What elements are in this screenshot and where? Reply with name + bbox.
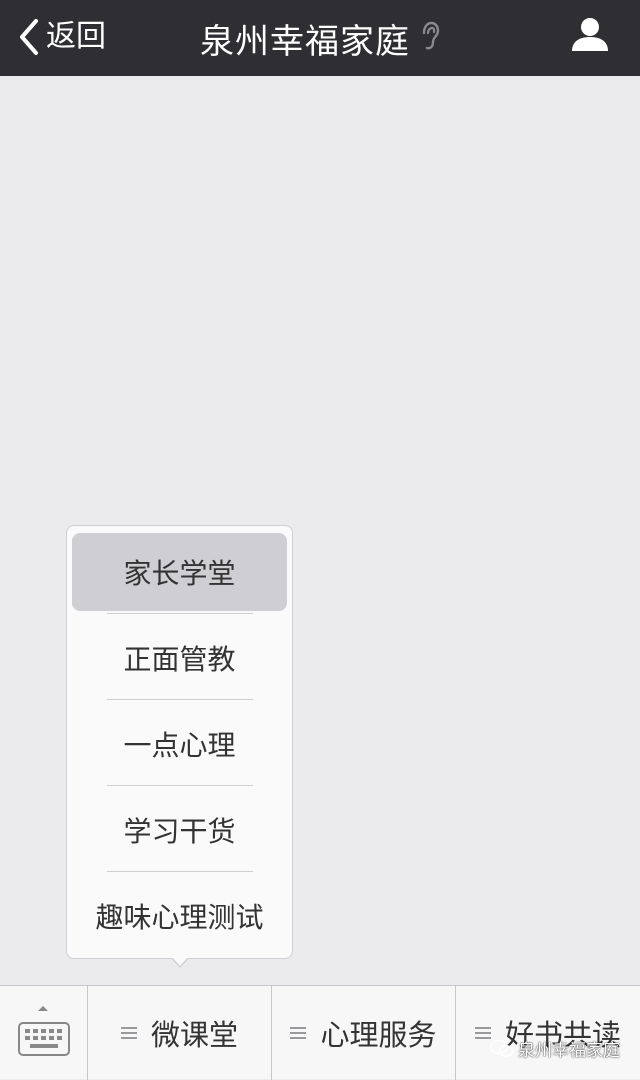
keyboard-icon [18, 1022, 70, 1056]
divider [107, 785, 253, 786]
nav-bar: 返回 泉州幸福家庭 [0, 0, 640, 76]
menu-lines-icon [120, 1024, 137, 1042]
back-button[interactable]: 返回 [18, 12, 106, 62]
tab-label: 好书共读 [504, 1018, 621, 1052]
submenu-item-parent-school[interactable]: 家长学堂 [72, 533, 287, 611]
caret-up-icon [38, 1006, 48, 1011]
page-title: 泉州幸福家庭 [200, 21, 410, 62]
tab-micro-class[interactable]: 微课堂 [88, 986, 272, 1080]
popup-pointer-inner [172, 957, 188, 966]
back-label: 返回 [46, 19, 106, 54]
submenu-popup: 家长学堂 正面管教 一点心理 学习干货 趣味心理测试 [66, 525, 293, 959]
chevron-left-icon [20, 19, 38, 55]
submenu-item-fun-psych-test[interactable]: 趣味心理测试 [72, 877, 287, 955]
menu-lines-icon [474, 1024, 491, 1042]
person-icon[interactable] [570, 15, 610, 55]
keyboard-toggle-button[interactable] [0, 986, 88, 1080]
bottom-menu-bar: 微课堂 心理服务 好书共读 [0, 985, 640, 1080]
ear-icon [420, 21, 440, 55]
menu-lines-icon [290, 1024, 307, 1042]
tab-book-reading[interactable]: 好书共读 [456, 986, 640, 1080]
submenu-item-psychology[interactable]: 一点心理 [72, 705, 287, 783]
divider [107, 699, 253, 700]
divider [107, 613, 253, 614]
tab-label: 心理服务 [320, 1018, 437, 1052]
tab-label: 微课堂 [150, 1018, 238, 1052]
submenu-item-positive-discipline[interactable]: 正面管教 [72, 619, 287, 697]
divider [107, 871, 253, 872]
submenu-item-study-tips[interactable]: 学习干货 [72, 791, 287, 869]
tab-psych-service[interactable]: 心理服务 [272, 986, 456, 1080]
